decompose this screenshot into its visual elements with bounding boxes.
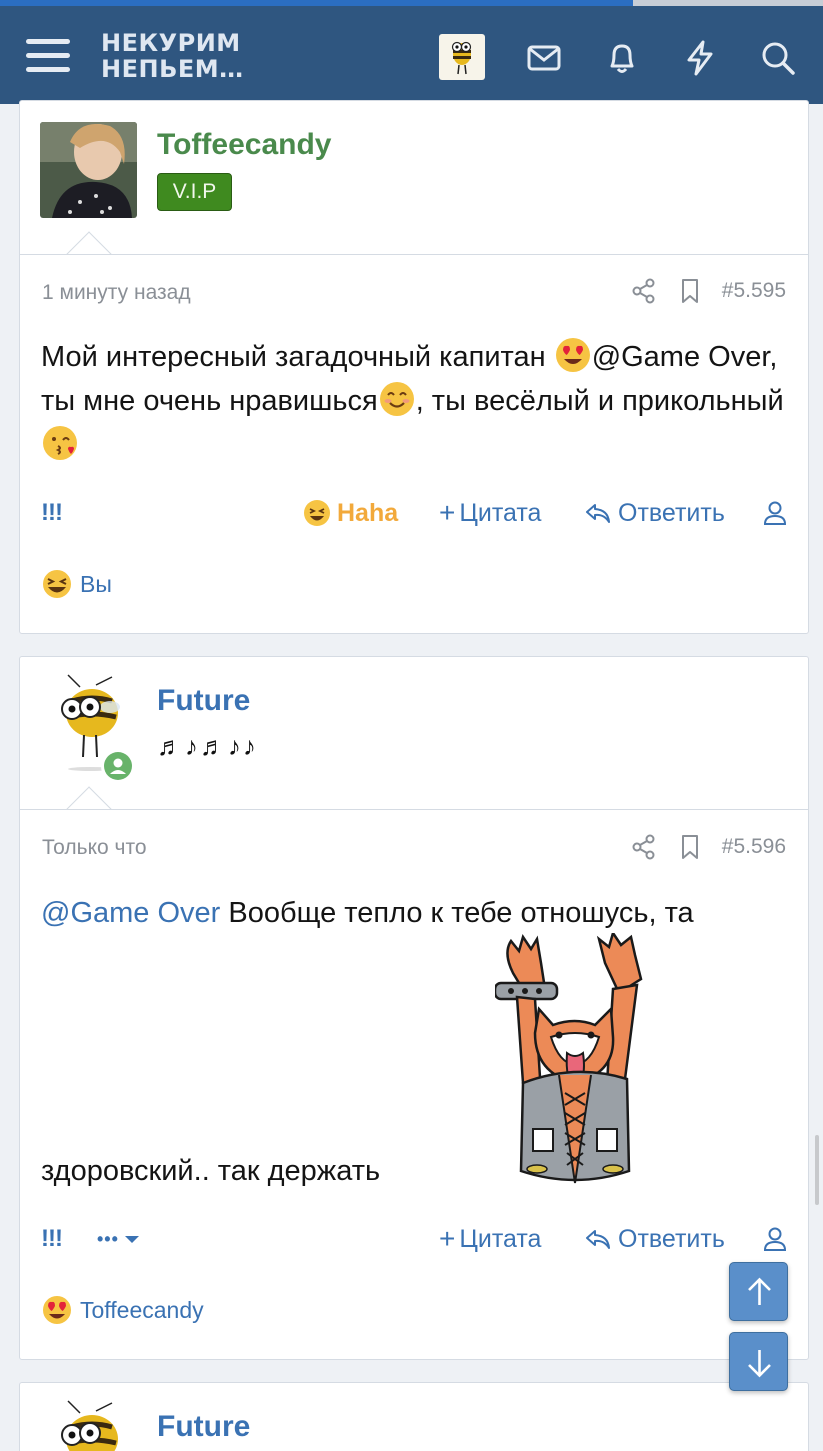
site-logo[interactable]: НЕКУРИМ НЕПЬЕМ… [101,30,244,82]
reply-button[interactable]: Ответить [584,1221,725,1257]
message-text-3: , ты весёлый и прикольный [415,385,784,417]
scroll-bottom-button[interactable] [729,1332,788,1391]
share-icon[interactable] [630,833,658,861]
user-title: ♬♪♬♪♪ [157,731,258,761]
lightning-icon[interactable] [680,38,720,78]
online-status-icon [101,749,135,783]
plus-icon: + [439,1223,456,1254]
search-icon[interactable] [758,38,798,78]
user-icon [763,501,787,525]
reply-label: Ответить [618,498,725,527]
post-message: Мой интересный загадочный капитан @Game … [41,335,788,467]
user-profile-button[interactable] [761,1221,795,1257]
bell-icon[interactable] [602,38,642,78]
post-meta-actions: #5.596 [612,832,786,862]
report-link[interactable]: !!! [41,1225,63,1253]
reply-label: Ответить [618,1224,725,1253]
more-options-button[interactable]: ••• [97,1221,141,1257]
page-scrollbar[interactable] [815,1135,819,1205]
laugh-emoji-icon [41,568,73,600]
message-text-2: здоровский.. так держать [41,1155,381,1187]
haha-label: Haha [337,498,399,527]
post-actions-bar: !!! Haha + Цитата Ответить [41,495,788,531]
top-navbar: НЕКУРИМ НЕПЬЕМ… [0,6,823,104]
bookmark-icon[interactable] [676,277,704,305]
caret-down-icon [124,1236,139,1243]
quote-button[interactable]: + Цитата [439,1221,541,1257]
reactions-list[interactable]: Toffeecandy [40,1291,204,1329]
menu-icon[interactable] [26,36,70,76]
post-time[interactable]: 1 минуту назад [42,281,191,305]
reply-arrow-icon [586,504,610,523]
logo-line-1: НЕКУРИМ [101,29,241,57]
post-actions-bar: !!! ••• + Цитата Ответить [41,1221,788,1257]
mention-link[interactable]: @Game Over [41,897,220,929]
smile-emoji-icon [379,382,414,416]
arrow-down-icon [748,1350,771,1378]
post-number[interactable]: #5.595 [722,279,786,303]
more-dots: ••• [97,1228,119,1249]
username-link[interactable]: Toffeecandy [157,128,331,162]
scroll-top-button[interactable] [729,1262,788,1321]
reply-button[interactable]: Ответить [584,495,725,531]
post-card: Future [19,1382,809,1451]
post-header-divider [20,254,808,255]
reactions-list[interactable]: Вы [40,565,112,603]
message-text-1: Вообще тепло к тебе отношусь, та [220,897,694,929]
quote-label: Цитата [459,1224,542,1253]
reaction-user[interactable]: Вы [80,571,112,598]
arrow-up-icon [748,1277,771,1305]
kiss-emoji-icon [43,426,77,460]
post-message: @Game Over Вообще тепло к тебе отношусь,… [41,891,788,935]
username-link[interactable]: Future [157,1410,250,1444]
quote-button[interactable]: + Цитата [439,495,541,531]
react-haha-button[interactable]: Haha [303,495,398,531]
post-card: Future ♬♪♬♪♪ Только что #5.596 @Game Ove… [19,656,809,1360]
post-card: Toffeecandy V.I.P 1 минуту назад #5.595 … [19,100,809,634]
user-avatar[interactable] [40,122,137,218]
mail-icon[interactable] [524,38,564,78]
logo-line-2: НЕПЬЕМ… [101,55,244,83]
post-time[interactable]: Только что [42,836,147,860]
username-link[interactable]: Future [157,684,250,718]
reaction-user[interactable]: Toffeecandy [80,1297,204,1324]
heart-eyes-emoji-icon [555,338,590,372]
post-meta-actions: #5.595 [612,276,786,306]
post-message-continued: здоровский.. так держать [41,1149,788,1193]
user-avatar[interactable] [50,1399,134,1451]
user-profile-button[interactable] [761,495,795,531]
message-text-1: Мой интересный загадочный капитан [41,341,554,373]
bee-avatar-icon[interactable] [439,34,485,80]
share-icon[interactable] [630,277,658,305]
post-header-divider [20,809,808,810]
reply-arrow-icon [586,1230,610,1249]
user-icon [763,1227,787,1251]
quote-label: Цитата [459,498,542,527]
post-number[interactable]: #5.596 [722,835,786,859]
report-link[interactable]: !!! [41,499,63,527]
heart-eyes-emoji-icon [41,1294,73,1326]
vip-badge: V.I.P [157,173,232,211]
plus-icon: + [439,497,456,528]
laugh-emoji-icon [304,500,330,526]
bookmark-icon[interactable] [676,833,704,861]
